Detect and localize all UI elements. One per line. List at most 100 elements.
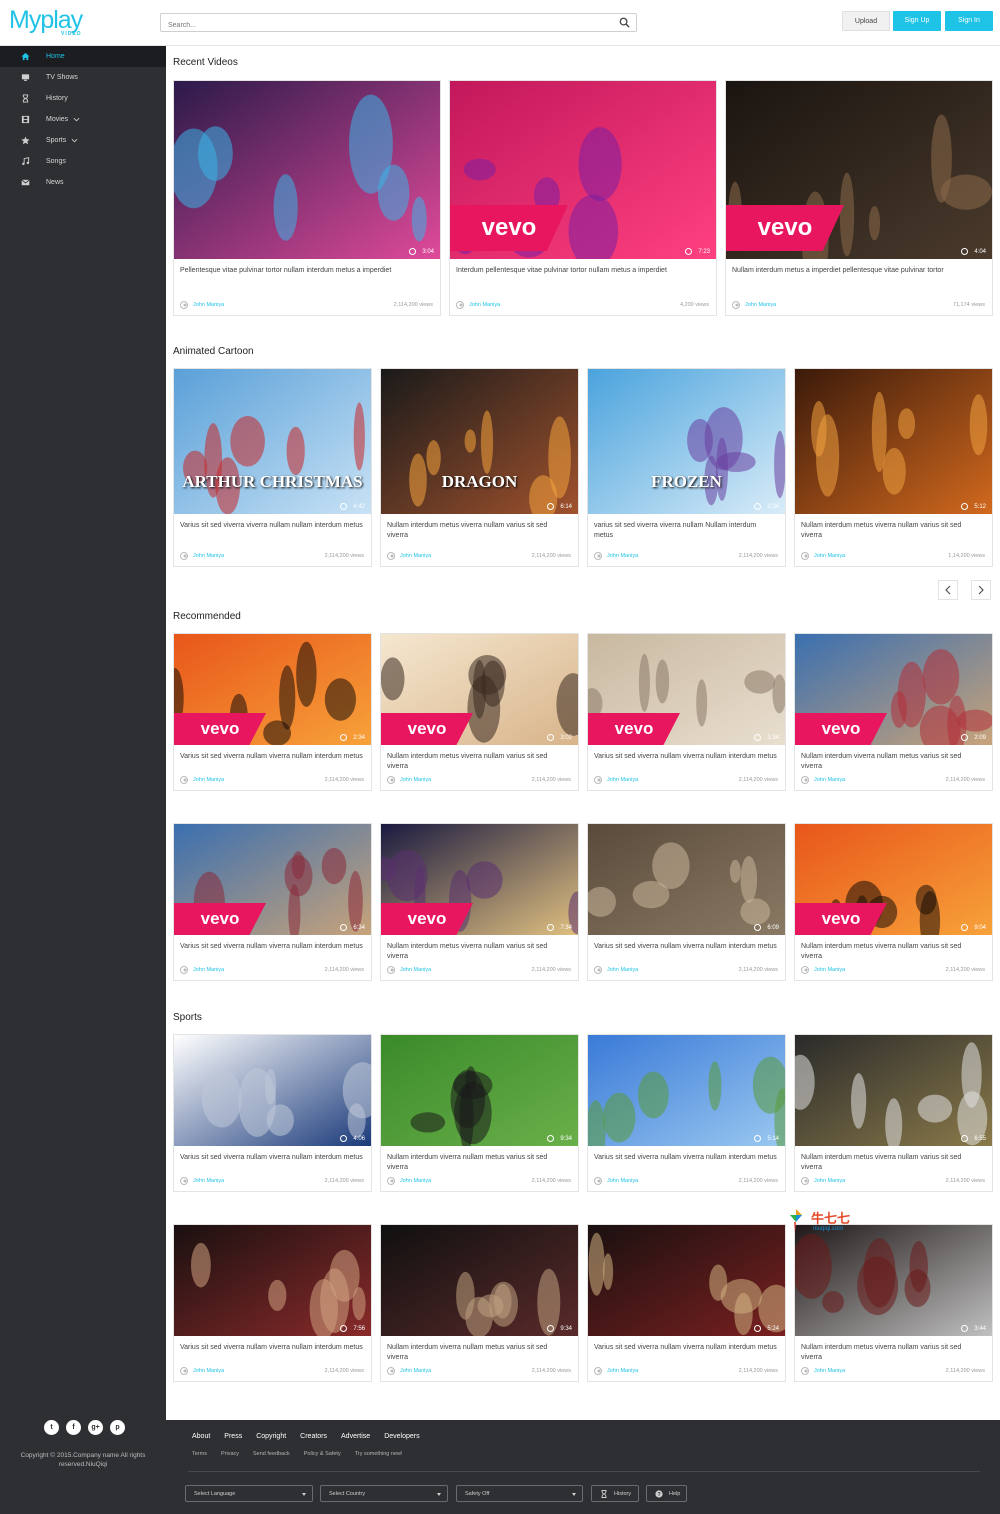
avatar[interactable] [180,552,188,560]
video-thumbnail[interactable]: vevo 1:34 [588,634,785,745]
google-plus-icon[interactable]: g+ [88,1420,103,1435]
video-thumbnail[interactable]: vevo 2:09 [795,634,992,745]
country-select[interactable]: Select Country [320,1485,448,1502]
video-thumbnail[interactable]: 3:04 [174,81,440,259]
video-title[interactable]: Nullam interdum metus viverra nullam var… [387,521,570,540]
language-select[interactable]: Select Language [185,1485,313,1502]
footer-sublink[interactable]: Terms [192,1451,207,1457]
video-title[interactable]: Nullam interdum viverra nullam metus var… [387,1153,570,1172]
author-link[interactable]: John Maniya [193,777,224,783]
video-card[interactable]: 6:55 Nullam interdum metus viverra nullam… [794,1034,993,1192]
avatar[interactable] [180,776,188,784]
video-title[interactable]: varius sit sed viverra viverra nullam Nu… [594,521,777,540]
video-title[interactable]: Nullam interdum metus viverra nullam var… [801,521,984,540]
author-link[interactable]: John Maniya [814,967,845,973]
video-card[interactable]: 4:06 Varius sit sed viverra nullam viverr… [173,1034,372,1192]
avatar[interactable] [801,966,809,974]
video-thumbnail[interactable]: vevo 4:04 [726,81,992,259]
video-card[interactable]: 5:24 Varius sit sed viverra nullam viverr… [587,1224,786,1382]
video-title[interactable]: Nullam interdum viverra nullam metus var… [387,1343,570,1362]
video-card[interactable]: vevo 7:23 Interdum pellentesque vitae pulv… [449,80,717,316]
chevron-down-icon[interactable] [73,116,80,123]
video-thumbnail[interactable]: 6:55 [795,1035,992,1146]
safety-select[interactable]: Safety Off [456,1485,583,1502]
avatar[interactable] [180,301,188,309]
avatar[interactable] [180,966,188,974]
video-thumbnail[interactable]: vevo 9:04 [795,824,992,935]
search-input[interactable] [161,17,601,34]
facebook-icon[interactable]: f [66,1420,81,1435]
footer-link-press[interactable]: Press [224,1433,242,1440]
video-thumbnail[interactable]: 7:56 [174,1225,371,1336]
footer-sublink[interactable]: Policy & Safety [304,1451,341,1457]
video-title[interactable]: Varius sit sed viverra viverra nullam nu… [180,521,363,531]
video-thumbnail[interactable]: vevo 3:02 [381,634,578,745]
footer-link-creators[interactable]: Creators [300,1433,327,1440]
author-link[interactable]: John Maniya [193,1368,224,1374]
upload-button[interactable]: Upload [842,11,890,31]
sidebar-item-movies[interactable]: Movies [0,109,166,130]
sidebar-item-tv-shows[interactable]: TV Shows [0,67,166,88]
author-link[interactable]: John Maniya [745,302,776,308]
avatar[interactable] [387,776,395,784]
avatar[interactable] [801,776,809,784]
video-card[interactable]: vevo 2:34 Varius sit sed viverra nullam vi… [173,633,372,791]
video-card[interactable]: ARTHUR CHRISTMAS 4:42 Varius sit sed viver… [173,368,372,567]
author-link[interactable]: John Maniya [400,777,431,783]
avatar[interactable] [594,966,602,974]
help-button[interactable]: ? Help [646,1485,687,1502]
video-card[interactable]: 3:04 Pellentesque vitae pulvinar tortor n… [173,80,441,316]
video-card[interactable]: vevo 7:34 Nullam interdum metus viverra nu… [380,823,579,981]
video-title[interactable]: Varius sit sed viverra nullam viverra nu… [594,942,777,952]
video-thumbnail[interactable]: ARTHUR CHRISTMAS 4:42 [174,369,371,514]
video-card[interactable]: vevo 3:02 Nullam interdum metus viverra nu… [380,633,579,791]
video-title[interactable]: Nullam interdum metus viverra nullam var… [801,1153,984,1172]
video-card[interactable]: 6:09 Varius sit sed viverra nullam viverr… [587,823,786,981]
video-thumbnail[interactable]: vevo 7:23 [450,81,716,259]
author-link[interactable]: John Maniya [814,1368,845,1374]
video-card[interactable]: 9:34 Nullam interdum viverra nullam metus… [380,1224,579,1382]
video-card[interactable]: 5:14 Varius sit sed viverra nullam viverr… [587,1034,786,1192]
video-thumbnail[interactable]: 6:09 [588,824,785,935]
video-card[interactable]: 3:44 Nullam interdum metus viverra nullam… [794,1224,993,1382]
video-card[interactable]: vevo 9:04 Nullam interdum metus viverra nu… [794,823,993,981]
avatar[interactable] [387,1177,395,1185]
video-thumbnail[interactable]: vevo 2:34 [174,634,371,745]
video-thumbnail[interactable]: 3:44 [795,1225,992,1336]
video-thumbnail[interactable]: 5:14 [588,1035,785,1146]
video-thumbnail[interactable]: 9:34 [381,1225,578,1336]
author-link[interactable]: John Maniya [400,1178,431,1184]
author-link[interactable]: John Maniya [607,1368,638,1374]
video-title[interactable]: Varius sit sed viverra nullam viverra nu… [594,752,777,762]
pinterest-icon[interactable]: p [110,1420,125,1435]
sign-up-button[interactable]: Sign Up [893,11,941,31]
video-card[interactable]: FROZEN 2:34 varius sit sed viverra viverra… [587,368,786,567]
video-thumbnail[interactable]: 9:34 [381,1035,578,1146]
avatar[interactable] [180,1177,188,1185]
video-thumbnail[interactable]: vevo 6:34 [174,824,371,935]
avatar[interactable] [387,966,395,974]
sidebar-item-sports[interactable]: Sports [0,130,166,151]
avatar[interactable] [387,1367,395,1375]
footer-link-developers[interactable]: Developers [384,1433,419,1440]
video-card[interactable]: 9:34 Nullam interdum viverra nullam metus… [380,1034,579,1192]
avatar[interactable] [594,1177,602,1185]
video-card[interactable]: vevo 4:04 Nullam interdum metus a imperdie… [725,80,993,316]
author-link[interactable]: John Maniya [607,553,638,559]
avatar[interactable] [456,301,464,309]
twitter-icon[interactable]: t [44,1420,59,1435]
video-title[interactable]: Nullam interdum metus a imperdiet pellen… [732,266,984,276]
video-title[interactable]: Varius sit sed viverra nullam viverra nu… [594,1343,777,1353]
author-link[interactable]: John Maniya [607,1178,638,1184]
video-title[interactable]: Varius sit sed viverra nullam viverra nu… [180,752,363,762]
video-thumbnail[interactable]: FROZEN 2:34 [588,369,785,514]
video-thumbnail[interactable]: vevo 7:34 [381,824,578,935]
author-link[interactable]: John Maniya [193,553,224,559]
video-title[interactable]: Nullam interdum metus viverra nullam var… [387,942,570,961]
footer-sublink[interactable]: Privacy [221,1451,239,1457]
carousel-next-button[interactable] [971,580,991,600]
avatar[interactable] [594,776,602,784]
author-link[interactable]: John Maniya [400,967,431,973]
avatar[interactable] [801,1367,809,1375]
video-title[interactable]: Nullam interdum metus viverra nullam var… [801,942,984,961]
